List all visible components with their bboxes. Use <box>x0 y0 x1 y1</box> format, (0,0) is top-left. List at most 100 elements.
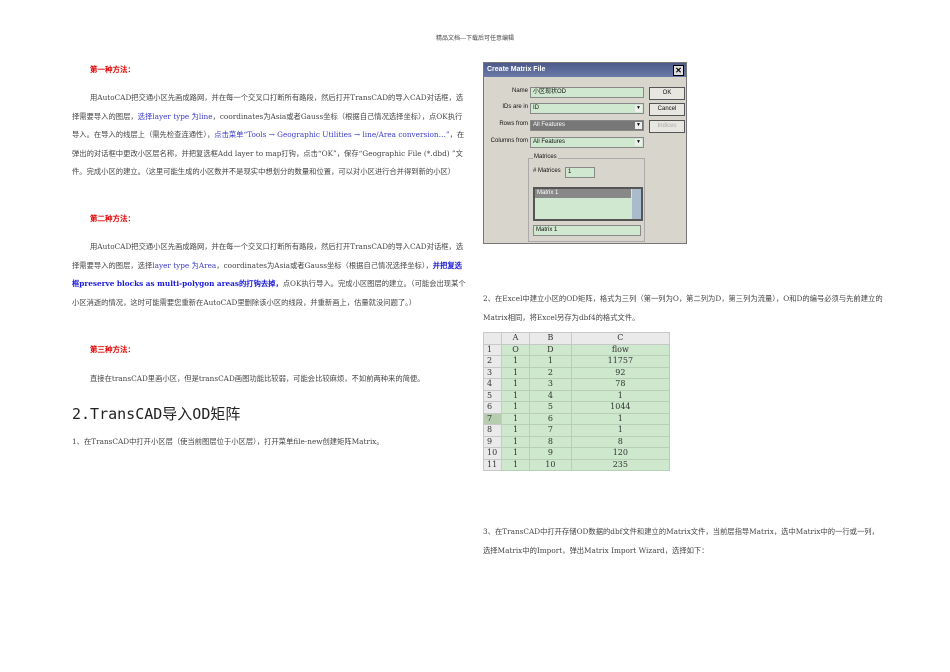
matrices-group-label: Matrices <box>533 154 558 160</box>
matrices-group: Matrices # Matrices 1 Matrix 1 Matrix 1 <box>528 154 645 242</box>
row-header[interactable]: 8 <box>483 424 502 437</box>
column-header[interactable]: B <box>529 332 572 345</box>
step2-text: 2、在Excel中建立小区的OD矩阵，格式为三列（第一列为O，第二列为D，第三列… <box>483 294 883 322</box>
table-cell[interactable]: 1 <box>529 355 572 368</box>
table-cell[interactable]: 4 <box>529 389 572 402</box>
scrollbar[interactable] <box>632 189 641 219</box>
section-heading: 2.TransCAD导入OD矩阵 <box>72 405 241 423</box>
table-cell[interactable]: 8 <box>529 435 572 448</box>
columns-label: Columns from <box>490 138 528 144</box>
method3-heading: 第三种方法： <box>90 345 135 354</box>
table-cell[interactable]: 1 <box>500 366 531 379</box>
row-header[interactable]: 10 <box>483 447 502 460</box>
table-cell[interactable]: 10 <box>529 458 572 471</box>
table-cell[interactable]: 8 <box>570 435 671 448</box>
num-matrices-input[interactable]: 1 <box>565 167 595 178</box>
row-header[interactable]: 4 <box>483 378 502 391</box>
matrix-list-item[interactable]: Matrix 1 <box>535 189 631 198</box>
table-cell[interactable]: 11757 <box>570 355 671 368</box>
table-cell[interactable]: 1044 <box>570 401 671 414</box>
table-row: 1 O Dflow <box>483 343 671 356</box>
row-header[interactable]: 3 <box>483 366 502 379</box>
cancel-button[interactable]: Cancel <box>649 103 685 116</box>
table-cell[interactable]: 1 <box>500 447 531 460</box>
table-row: 6 1 5 1044 <box>483 401 671 414</box>
highlighted-text: 选择layer type 为line <box>137 111 213 121</box>
row-header[interactable]: 6 <box>483 401 502 414</box>
column-header-row: ABC <box>483 332 671 345</box>
table-cell[interactable]: 1 <box>500 424 531 437</box>
document-page: 精品文档---下载后可任意编辑 第一种方法： 用AutoCAD把交通小区先画成路… <box>0 0 950 672</box>
table-cell[interactable]: flow <box>570 343 671 356</box>
table-cell[interactable]: 1 <box>500 401 531 414</box>
create-matrix-dialog: Create Matrix File ✕ Name 小区现状OD IDs are … <box>483 62 687 244</box>
method1-heading: 第一种方法： <box>90 65 135 74</box>
row-header[interactable]: 7 <box>483 412 502 425</box>
close-icon[interactable]: ✕ <box>673 65 684 76</box>
text-run: ，coordinates为Asia或者Gauss坐标（根据自己情况选择坐标）， <box>216 260 433 270</box>
row-header[interactable]: 5 <box>483 389 502 402</box>
row-header[interactable]: 9 <box>483 435 502 448</box>
table-row: 11 1 10 235 <box>483 458 671 471</box>
rows-label: Rows from <box>499 121 528 127</box>
method2-paragraph: 用AutoCAD把交通小区先画成路网，并在每一个交叉口打断所有路段，然后打开Tr… <box>72 238 466 312</box>
table-row: 9188 <box>483 435 671 448</box>
column-header[interactable]: C <box>570 332 671 345</box>
table-cell[interactable]: 1 <box>570 424 671 437</box>
table-row: 8171 <box>483 424 671 437</box>
table-cell[interactable]: 1 <box>570 389 671 402</box>
columns-select[interactable]: All Features ▼ <box>530 137 644 148</box>
table-row: 4 1 3 78 <box>483 378 671 391</box>
ok-button[interactable]: OK <box>649 87 685 100</box>
table-cell[interactable]: 92 <box>570 366 671 379</box>
chevron-down-icon: ▼ <box>635 122 642 129</box>
highlighted-text: layer type 为Area <box>152 260 217 270</box>
method1-paragraph: 用AutoCAD把交通小区先画成路网，并在每一个交叉口打断所有路段，然后打开Tr… <box>72 89 466 182</box>
matrix-name-input[interactable]: Matrix 1 <box>533 225 641 236</box>
ids-value: ID <box>533 105 539 111</box>
dialog-title: Create Matrix File <box>487 66 546 73</box>
rows-value: All Features <box>533 122 566 128</box>
table-cell[interactable]: 78 <box>570 378 671 391</box>
table-cell[interactable]: 5 <box>529 401 572 414</box>
indices-button[interactable]: Indices <box>649 120 685 133</box>
table-cell[interactable]: 1 <box>500 389 531 402</box>
table-cell[interactable]: 6 <box>529 412 572 425</box>
spreadsheet: A B C 1 O Dflow 2 1 1 11757 3 1 2 92 4 1 3 78 5 1 4 1 6 1 5 1044 7… <box>483 332 671 471</box>
column-header[interactable]: A <box>500 332 531 345</box>
table-cell[interactable]: 235 <box>570 458 671 471</box>
table-row: 5141 <box>483 389 671 402</box>
table-cell[interactable]: 3 <box>529 378 572 391</box>
table-row: 3 1 2 92 <box>483 366 671 379</box>
corner-cell[interactable] <box>483 332 502 345</box>
table-cell[interactable]: 1 <box>500 435 531 448</box>
table-cell[interactable]: 2 <box>529 366 572 379</box>
table-cell[interactable]: 120 <box>570 447 671 460</box>
row-header[interactable]: 1 <box>483 343 502 356</box>
num-matrices-label: # Matrices <box>533 168 561 174</box>
rows-select[interactable]: All Features ▼ <box>530 120 644 131</box>
table-cell[interactable]: D <box>529 343 572 356</box>
table-cell[interactable]: 1 <box>500 458 531 471</box>
ids-select[interactable]: ID ▼ <box>530 103 644 114</box>
table-cell[interactable]: O <box>500 343 531 356</box>
dialog-titlebar: Create Matrix File ✕ <box>484 63 686 77</box>
table-cell[interactable]: 1 <box>500 355 531 368</box>
name-label: Name <box>511 88 528 94</box>
ids-label: IDs are in <box>502 104 528 110</box>
table-cell[interactable]: 7 <box>529 424 572 437</box>
od-table: A B C 1 O Dflow 2 1 1 11757 3 1 2 92 4 1 3 78 5 1 4 1 6 1 5 1044 7… <box>483 332 671 471</box>
table-cell[interactable]: 1 <box>500 378 531 391</box>
table-cell[interactable]: 9 <box>529 447 572 460</box>
name-input[interactable]: 小区现状OD <box>530 87 644 98</box>
row-header[interactable]: 11 <box>483 458 502 471</box>
table-row: 2 1 1 11757 <box>483 355 671 368</box>
chevron-down-icon: ▼ <box>635 139 642 146</box>
table-cell[interactable]: 1 <box>570 412 671 425</box>
row-header[interactable]: 2 <box>483 355 502 368</box>
table-cell[interactable]: 1 <box>500 412 531 425</box>
matrix-list[interactable]: Matrix 1 <box>533 187 643 221</box>
table-row: 7161 <box>483 412 671 425</box>
table-row: 10 1 9 120 <box>483 447 671 460</box>
step1-text: 1、在TransCAD中打开小区层（使当前图层位于小区层），打开菜单file-n… <box>72 437 384 446</box>
